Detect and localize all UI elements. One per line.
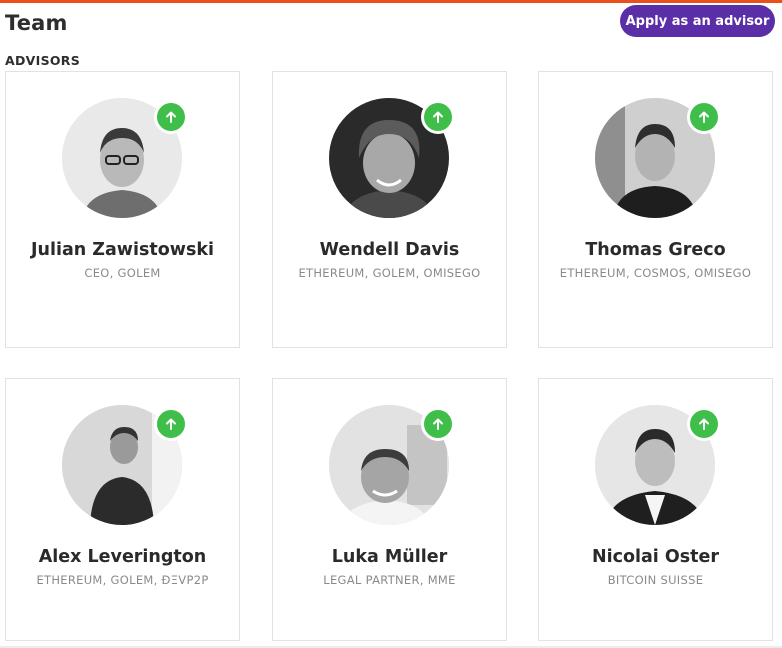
advisor-affiliation: ETHEREUM, COSMOS, OMISEGO [559, 266, 752, 280]
upvote-button[interactable] [687, 407, 721, 441]
advisor-name: Luka Müller [331, 547, 448, 567]
section-label-advisors: ADVISORS [5, 53, 81, 68]
arrow-up-icon [699, 418, 709, 430]
apply-as-advisor-button[interactable]: Apply as an advisor [620, 5, 775, 37]
advisor-name: Julian Zawistowski [30, 240, 214, 260]
advisor-name: Alex Leverington [38, 547, 207, 567]
advisor-name: Wendell Davis [319, 240, 460, 260]
arrow-up-icon [433, 111, 443, 123]
upvote-button[interactable] [154, 407, 188, 441]
upvote-button[interactable] [154, 100, 188, 134]
advisor-card[interactable]: Wendell Davis ETHEREUM, GOLEM, OMISEGO [272, 71, 507, 348]
advisor-affiliation: ETHEREUM, GOLEM, OMISEGO [298, 266, 481, 280]
arrow-up-icon [166, 111, 176, 123]
advisor-card[interactable]: Thomas Greco ETHEREUM, COSMOS, OMISEGO [538, 71, 773, 348]
advisor-card[interactable]: Alex Leverington ETHEREUM, GOLEM, ÐΞVP2P [5, 378, 240, 641]
upvote-button[interactable] [687, 100, 721, 134]
arrow-up-icon [166, 418, 176, 430]
advisor-card[interactable]: Julian Zawistowski CEO, GOLEM [5, 71, 240, 348]
advisor-name: Nicolai Oster [591, 547, 720, 567]
top-accent-bar [0, 0, 782, 3]
arrow-up-icon [699, 111, 709, 123]
advisor-name: Thomas Greco [585, 240, 726, 260]
upvote-button[interactable] [421, 100, 455, 134]
advisor-affiliation: CEO, GOLEM [84, 266, 161, 280]
advisor-affiliation: BITCOIN SUISSE [607, 573, 704, 587]
arrow-up-icon [433, 418, 443, 430]
page-title: Team [5, 11, 68, 35]
upvote-button[interactable] [421, 407, 455, 441]
advisor-card[interactable]: Nicolai Oster BITCOIN SUISSE [538, 378, 773, 641]
advisor-affiliation: LEGAL PARTNER, MME [323, 573, 456, 587]
advisor-card[interactable]: Luka Müller LEGAL PARTNER, MME [272, 378, 507, 641]
advisor-affiliation: ETHEREUM, GOLEM, ÐΞVP2P [36, 573, 209, 587]
